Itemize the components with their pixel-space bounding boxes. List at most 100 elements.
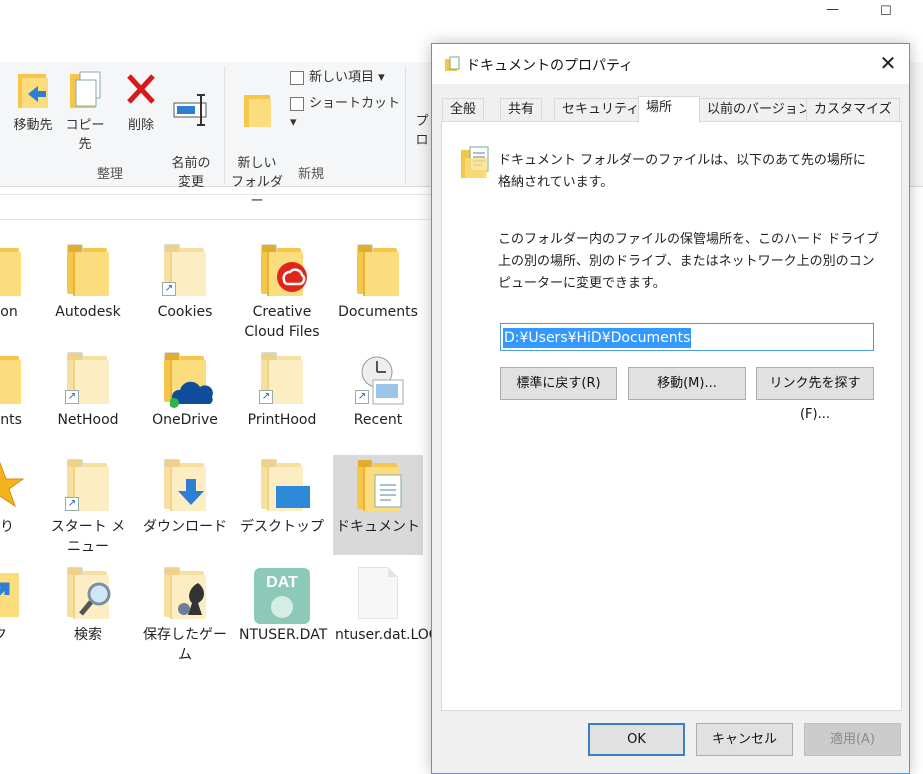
file-label: 保存したゲーム xyxy=(143,627,227,663)
shortcut-label: ショートカット ▾ xyxy=(290,96,401,130)
minimize-button[interactable]: — xyxy=(826,2,839,17)
location-path-field[interactable]: D:¥Users¥HiD¥Documents xyxy=(500,323,874,351)
file-item[interactable]: ↗ Recent xyxy=(333,348,423,448)
new-item-icon xyxy=(290,70,304,85)
folder-icon xyxy=(355,244,401,296)
tab-security[interactable]: セキュリティ xyxy=(554,98,648,122)
delete-button[interactable]: 削除 xyxy=(118,70,164,160)
folder-icon xyxy=(355,459,402,511)
new-item-label: 新しい項目 ▾ xyxy=(309,70,385,85)
file-label: 検索 xyxy=(74,627,102,643)
document-folder-icon xyxy=(445,56,460,71)
dialog-title: ドキュメントのプロパティ xyxy=(466,58,634,74)
ok-button[interactable]: OK xyxy=(588,723,685,756)
file-label: Recent xyxy=(353,412,403,428)
shortcut-arrow-icon: ↗ xyxy=(162,282,176,296)
folder-icon xyxy=(0,352,23,404)
tab-location[interactable]: 場所 xyxy=(638,96,700,123)
file-label: NTUSER.DAT xyxy=(239,627,328,643)
tab-customize[interactable]: カスタマイズ xyxy=(806,98,900,122)
shortcut-arrow-icon: ↗ xyxy=(259,390,273,404)
file-label: ダウンロード xyxy=(143,519,227,535)
delete-x-icon xyxy=(127,74,155,104)
new-folder-button[interactable]: 新しい フォルダー xyxy=(228,70,286,209)
properties-dialog: ドキュメントのプロパティ ✕ 全般 共有 セキュリティ 場所 以前のバージョン … xyxy=(431,43,910,774)
file-item[interactable]: 入り xyxy=(0,455,45,555)
file-item[interactable]: ntuser.dat.LOG1 xyxy=(333,563,449,673)
dialog-titlebar: ドキュメントのプロパティ ✕ xyxy=(432,44,909,84)
file-item[interactable]: 保存したゲーム xyxy=(140,563,230,673)
apply-button[interactable]: 適用(A) xyxy=(804,723,901,756)
file-item[interactable]: ↗ Cookies xyxy=(140,240,230,340)
cancel-button[interactable]: キャンセル xyxy=(696,723,793,756)
file-label: Cookies xyxy=(157,304,213,320)
file-item[interactable]: デスクトップ xyxy=(237,455,327,555)
move-folder-icon xyxy=(18,74,48,108)
shortcut-arrow-icon: ↗ xyxy=(65,497,79,511)
file-item[interactable]: OneDrive xyxy=(140,348,230,448)
file-icon xyxy=(358,567,398,619)
file-label: デスクトップ xyxy=(240,519,324,535)
document-page-icon xyxy=(374,474,402,508)
folder-icon xyxy=(162,352,213,408)
address-bar[interactable] xyxy=(0,194,432,220)
file-item[interactable]: DAT NTUSER.DAT xyxy=(237,563,327,673)
onedrive-cloud-icon xyxy=(170,381,213,408)
restore-default-button[interactable]: 標準に戻す(R) xyxy=(500,367,617,400)
folder-icon xyxy=(162,567,208,619)
file-item[interactable]: ↗ スタート メニュー xyxy=(43,455,133,555)
file-item[interactable]: Creative Cloud Files xyxy=(237,240,327,340)
recent-icon: ↗ xyxy=(355,352,404,405)
shortcut-arrow-icon: ↗ xyxy=(65,390,79,404)
organize-group-label: 整理 xyxy=(97,167,124,182)
svg-text:DAT: DAT xyxy=(266,574,298,591)
file-label: スタート メニュー xyxy=(50,519,126,555)
tab-strip: 全般 共有 セキュリティ 場所 以前のバージョン カスタマイズ xyxy=(442,96,902,123)
tab-sharing[interactable]: 共有 xyxy=(500,98,543,122)
new-item-button[interactable]: 新しい項目 ▾ xyxy=(290,68,400,90)
folder-icon xyxy=(259,244,307,296)
new-folder-icon xyxy=(244,95,271,127)
file-item[interactable]: 検索 xyxy=(43,563,133,673)
tab-general[interactable]: 全般 xyxy=(442,98,485,122)
properties-button-partial[interactable]: プロ xyxy=(412,112,432,150)
find-target-button[interactable]: リンク先を探す(F)... xyxy=(756,367,874,422)
file-item[interactable]: Documents xyxy=(333,240,423,340)
file-item[interactable]: ↗ PrintHood xyxy=(237,348,327,448)
file-item[interactable]: ク xyxy=(0,563,45,673)
file-item[interactable]: ドキュメント xyxy=(333,455,423,555)
magnifier-icon xyxy=(79,582,111,616)
file-label: Autodesk xyxy=(55,304,121,320)
file-label: Documents xyxy=(338,304,418,320)
file-label: ク xyxy=(0,625,45,645)
file-label: 入り xyxy=(0,519,14,535)
shortcut-button[interactable]: ショートカット ▾ xyxy=(290,94,400,130)
rename-button[interactable]: 名前の 変更 xyxy=(166,70,216,190)
file-label: PrintHood xyxy=(247,412,317,428)
desktop-icon xyxy=(276,486,310,508)
links-icon xyxy=(0,573,19,617)
folder-icon: ↗ xyxy=(259,352,305,404)
documents-folder-icon xyxy=(461,146,489,178)
favorites-star-icon xyxy=(0,461,25,508)
move-button[interactable]: 移動(M)... xyxy=(628,367,746,400)
dat-file-icon: DAT xyxy=(254,568,310,624)
creative-cloud-icon xyxy=(277,262,307,292)
file-label: NetHood xyxy=(57,412,119,428)
copy-folder-icon xyxy=(70,71,101,108)
file-item[interactable]: ↗ NetHood xyxy=(43,348,133,448)
folder-icon: ↗ xyxy=(65,352,111,404)
maximize-button[interactable]: ☐ xyxy=(880,4,892,19)
move-to-button[interactable]: 移動先 xyxy=(8,70,58,160)
file-item[interactable]: Autodesk xyxy=(43,240,133,340)
shortcut-icon xyxy=(290,96,304,111)
file-item[interactable]: ダウンロード xyxy=(140,455,230,555)
file-item[interactable]: ation xyxy=(0,240,45,340)
ribbon-separator xyxy=(224,66,225,184)
close-icon[interactable]: ✕ xyxy=(877,52,899,74)
copy-to-button[interactable]: コピー先 xyxy=(60,70,110,160)
explorer-titlebar: — ☐ xyxy=(0,0,923,30)
file-item[interactable]: ments xyxy=(0,348,45,448)
folder-icon xyxy=(259,459,310,511)
tab-previous-versions[interactable]: 以前のバージョン xyxy=(699,98,819,122)
